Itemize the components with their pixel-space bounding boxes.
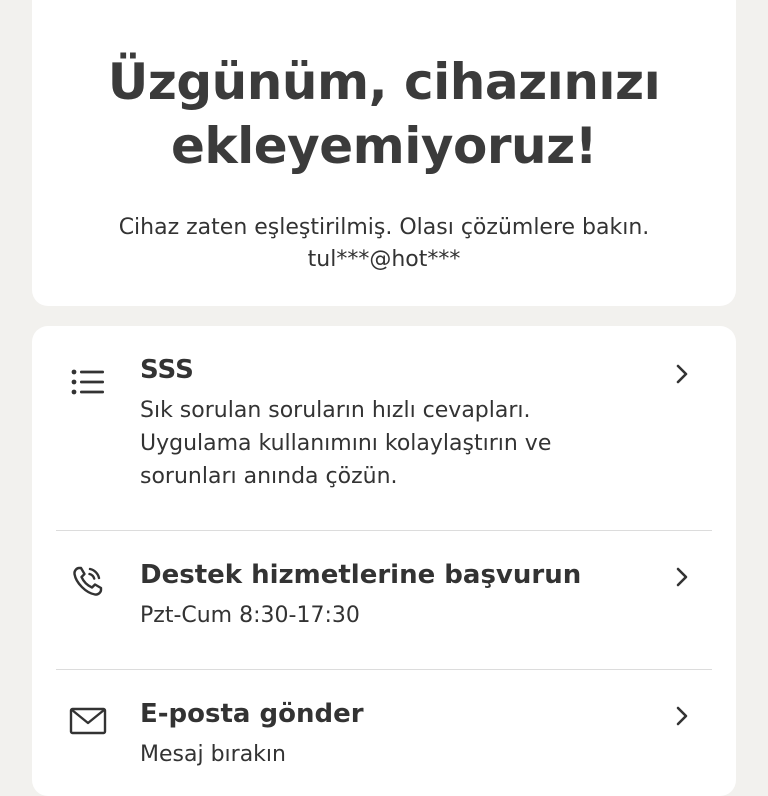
faq-description-line: sorunları anında çözün.: [140, 464, 398, 489]
title-line-1: Üzgünüm, cihazınızı: [107, 53, 661, 111]
title-line-2: ekleyemiyoruz!: [170, 117, 598, 175]
contact-support-hours: Pzt-Cum 8:30-17:30: [140, 599, 652, 632]
error-message-text: Cihaz zaten eşleştirilmiş. Olası çözümle…: [118, 215, 650, 240]
mail-icon: [68, 700, 108, 740]
account-email: tul***@hot***: [307, 247, 461, 272]
chevron-right-icon: [672, 565, 692, 589]
faq-title: SSS: [140, 355, 194, 385]
page-title: Üzgünüm, cihazınızı ekleyemiyoruz!: [32, 50, 736, 178]
send-email-description: Mesaj bırakın: [140, 738, 652, 771]
list-icon: [68, 362, 108, 402]
send-email-description-text: Mesaj bırakın: [140, 742, 286, 767]
chevron-right-icon: [672, 704, 692, 728]
faq-description-line: Uygulama kullanımını kolaylaştırın ve: [140, 431, 552, 456]
faq-description: Sık sorulan soruların hızlı cevapları. U…: [140, 394, 652, 493]
send-email-option[interactable]: E-posta gönder Mesaj bırakın: [56, 670, 712, 796]
phone-icon: [68, 561, 108, 601]
error-message: Cihaz zaten eşleştirilmiş. Olası çözümle…: [32, 212, 736, 276]
chevron-right-icon: [672, 362, 692, 386]
contact-support-option[interactable]: Destek hizmetlerine başvurun Pzt-Cum 8:3…: [56, 531, 712, 669]
faq-option[interactable]: SSS Sık sorulan soruların hızlı cevaplar…: [56, 326, 712, 530]
support-hours-text: Pzt-Cum 8:30-17:30: [140, 603, 360, 628]
faq-description-line: Sık sorulan soruların hızlı cevapları.: [140, 398, 531, 423]
error-card: Üzgünüm, cihazınızı ekleyemiyoruz! Cihaz…: [32, 0, 736, 306]
help-options-card: SSS Sık sorulan soruların hızlı cevaplar…: [32, 326, 736, 796]
send-email-title: E-posta gönder: [140, 699, 364, 729]
contact-support-title: Destek hizmetlerine başvurun: [140, 560, 582, 590]
